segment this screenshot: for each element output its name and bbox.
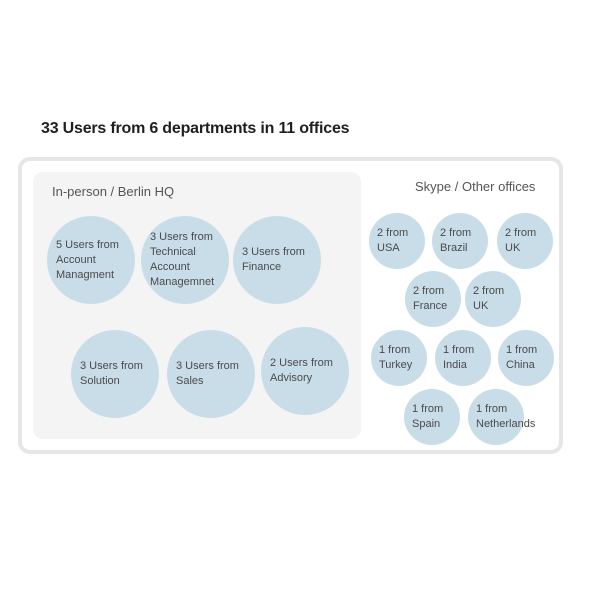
office-bubble-usa: 2 from USA <box>369 213 425 269</box>
dept-bubble-solution: 3 Users from Solution <box>71 330 159 418</box>
remote-group-label: Skype / Other offices <box>415 179 536 194</box>
dept-bubble-technical-account: 3 Users from Technical Account Managemne… <box>141 216 229 304</box>
office-bubble-uk-2: 2 from UK <box>465 271 521 327</box>
office-bubble-france: 2 from France <box>405 271 461 327</box>
page-title: 33 Users from 6 departments in 11 office… <box>41 120 350 137</box>
dept-bubble-account-managment: 5 Users from Account Managment <box>47 216 135 304</box>
dept-bubble-finance: 3 Users from Finance <box>233 216 321 304</box>
office-bubble-uk: 2 from UK <box>497 213 553 269</box>
office-bubble-india: 1 from India <box>435 330 491 386</box>
office-bubble-turkey: 1 from Turkey <box>371 330 427 386</box>
office-bubble-brazil: 2 from Brazil <box>432 213 488 269</box>
office-bubble-spain: 1 from Spain <box>404 389 460 445</box>
office-bubble-netherlands: 1 from Netherlands <box>468 389 535 445</box>
dept-bubble-advisory: 2 Users from Advisory <box>261 327 349 415</box>
inperson-group-label: In-person / Berlin HQ <box>52 184 175 199</box>
dept-bubble-sales: 3 Users from Sales <box>167 330 255 418</box>
office-bubble-china: 1 from China <box>498 330 554 386</box>
